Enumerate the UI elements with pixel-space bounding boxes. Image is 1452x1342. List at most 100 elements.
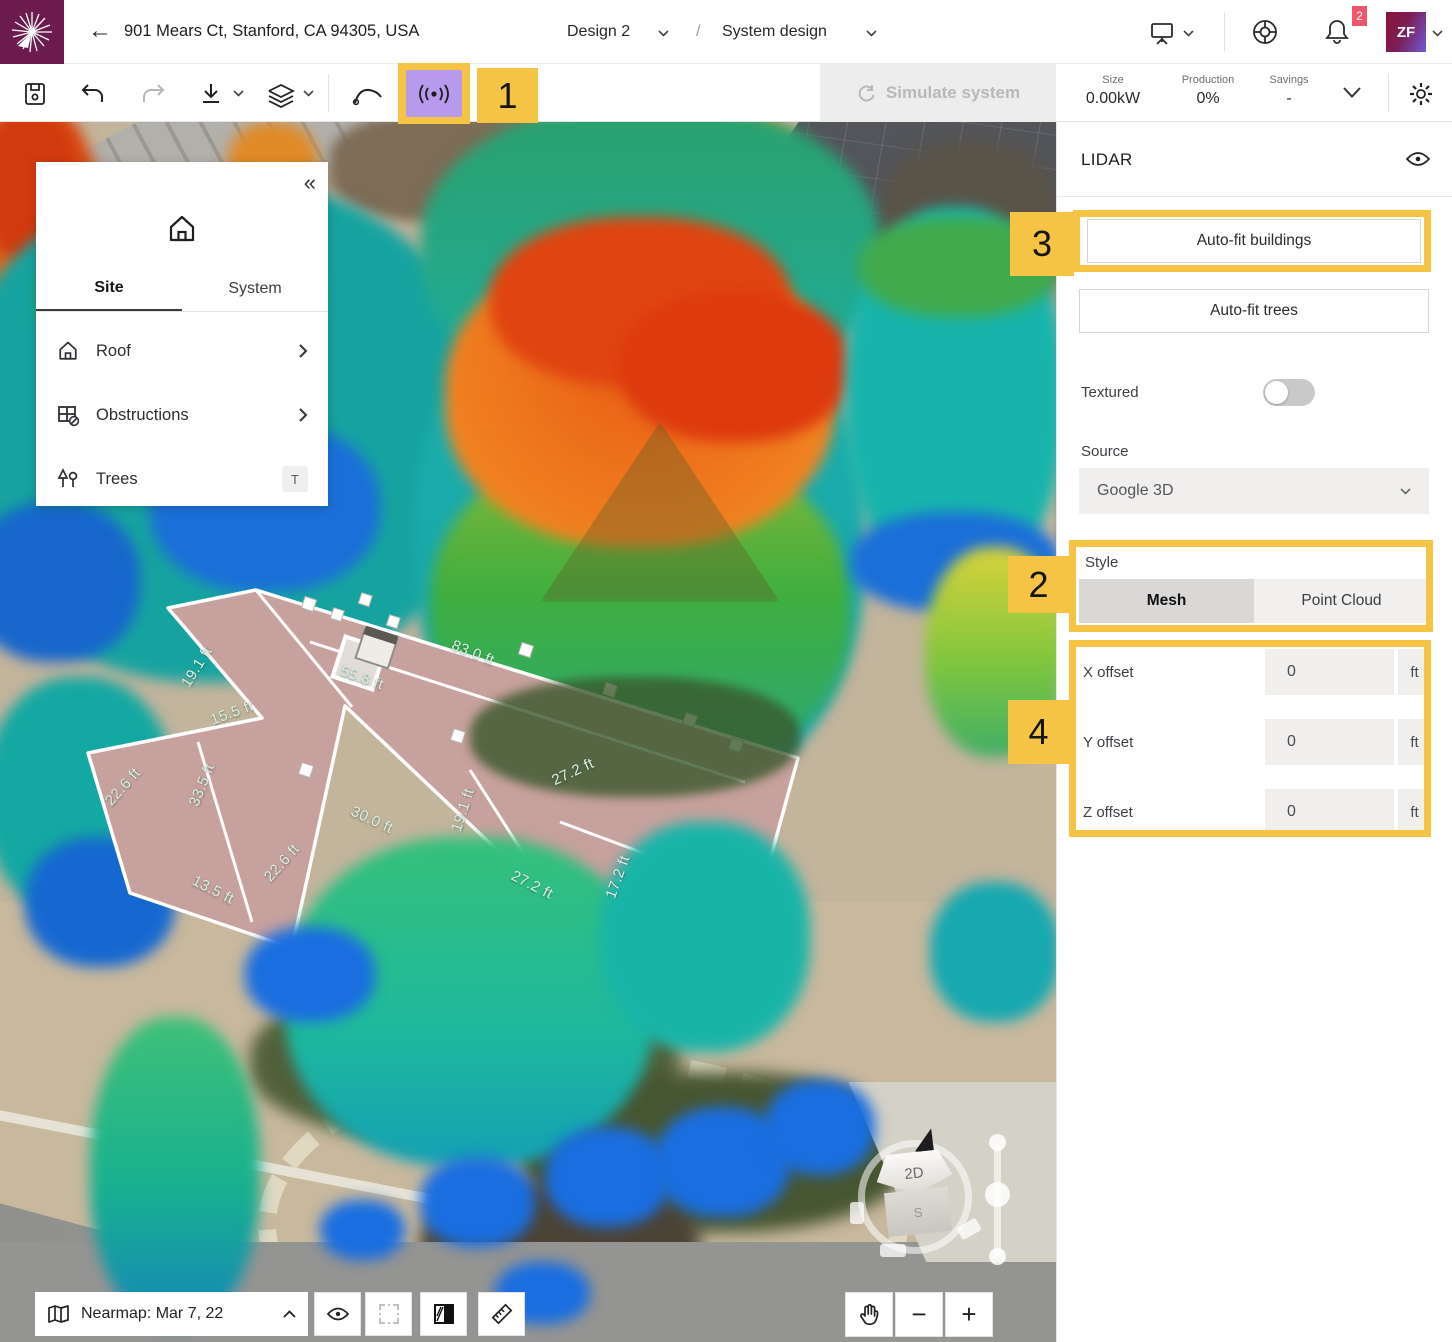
lidar-tool-button[interactable]	[406, 70, 462, 117]
toolbar-divider	[328, 74, 329, 112]
settings-gear-icon[interactable]	[1408, 81, 1434, 107]
chevron-down-icon[interactable]	[233, 90, 244, 97]
annotation-box-style	[1069, 540, 1433, 632]
pan-tool-button[interactable]	[845, 1292, 893, 1337]
home-icon	[165, 212, 199, 246]
menu-item-label: Roof	[96, 342, 131, 361]
draw-curve-icon[interactable]	[352, 85, 384, 107]
lidar-low-veg	[245, 927, 375, 1022]
roof-icon	[56, 339, 80, 363]
hand-icon	[858, 1303, 880, 1327]
back-button[interactable]: ←	[88, 17, 112, 45]
breadcrumb-separator: /	[696, 23, 700, 41]
source-label: Source	[1081, 443, 1129, 460]
project-address: 901 Mears Ct, Stanford, CA 94305, USA	[124, 22, 419, 41]
present-screen-icon[interactable]	[1148, 18, 1176, 46]
help-lifebuoy-icon[interactable]	[1250, 17, 1280, 47]
chevron-up-icon	[283, 1310, 296, 1318]
chevron-down-icon[interactable]	[1183, 30, 1194, 37]
zoom-in-button[interactable]: +	[945, 1292, 993, 1337]
stat-production: Production 0%	[1163, 74, 1253, 108]
crop-region-button	[365, 1292, 412, 1336]
chevron-down-icon	[1400, 488, 1411, 495]
redo-icon	[140, 81, 166, 107]
ring-handle[interactable]	[850, 1202, 864, 1224]
menu-item-label: Obstructions	[96, 406, 189, 425]
imagery-date-dropdown[interactable]: Nearmap: Mar 7, 22	[35, 1292, 308, 1336]
lidar-tree	[90, 1017, 260, 1327]
source-select[interactable]: Google 3D	[1079, 468, 1429, 514]
view-cube-control[interactable]: 2D S	[858, 1140, 978, 1260]
layer-visibility-eye-icon[interactable]	[1405, 150, 1431, 168]
toggle-visibility-button[interactable]	[314, 1292, 361, 1336]
annotation-4: 4	[1008, 700, 1069, 764]
lidar-low-veg	[320, 1200, 405, 1260]
collapse-panel-button[interactable]: «	[304, 170, 316, 196]
trees-icon	[56, 467, 80, 491]
chevron-right-icon	[298, 343, 308, 359]
lidar-tree	[600, 822, 810, 1052]
measure-button[interactable]	[478, 1292, 525, 1336]
crop-select-icon	[378, 1303, 400, 1325]
save-icon[interactable]	[22, 81, 48, 107]
stat-size: Size 0.00kW	[1078, 74, 1148, 108]
chevron-down-icon[interactable]	[658, 30, 669, 37]
tilt-slider-end[interactable]	[989, 1134, 1006, 1151]
eye-icon	[326, 1306, 350, 1322]
site-tools-panel: « Site System Roof	[36, 162, 328, 506]
chevron-down-icon[interactable]	[303, 90, 314, 97]
stats-expand-chevron-icon[interactable]	[1342, 86, 1362, 99]
shortcut-badge: T	[282, 466, 308, 492]
undo-icon[interactable]	[80, 81, 106, 107]
annotation-3: 3	[1010, 212, 1074, 276]
imagery-date-label: Nearmap: Mar 7, 22	[81, 1305, 223, 1323]
lidar-signal-icon	[417, 83, 451, 105]
app-logo[interactable]	[0, 0, 64, 64]
tab-system[interactable]: System	[182, 266, 328, 311]
source-value: Google 3D	[1097, 482, 1174, 500]
app-window: ← 901 Mears Ct, Stanford, CA 94305, USA …	[0, 0, 1452, 1342]
page-dropdown[interactable]: System design	[722, 23, 827, 41]
compass-cube[interactable]: 2D S	[874, 1148, 958, 1236]
map-icon	[47, 1303, 71, 1325]
lidar-tool-highlight	[398, 63, 470, 124]
notifications-bell-icon[interactable]	[1322, 17, 1352, 47]
notification-badge: 2	[1352, 6, 1367, 26]
tilt-slider-knob[interactable]	[985, 1182, 1010, 1207]
site-panel-tabs: Site System	[36, 266, 328, 312]
chevron-right-icon	[298, 407, 308, 423]
contrast-overlay-button[interactable]	[420, 1292, 467, 1336]
textured-toggle[interactable]	[1263, 379, 1315, 406]
annotation-box-autofit	[1073, 210, 1431, 272]
contrast-icon	[433, 1303, 455, 1325]
zoom-out-button[interactable]: −	[895, 1292, 943, 1337]
design-dropdown[interactable]: Design 2	[567, 23, 630, 41]
menu-item-label: Trees	[96, 470, 138, 489]
annotation-box-offsets	[1069, 640, 1431, 837]
simulate-system-button: Simulate system	[820, 64, 1056, 122]
menu-item-trees[interactable]: Trees T	[36, 455, 328, 503]
tab-site[interactable]: Site	[36, 266, 182, 311]
avatar[interactable]: ZF	[1386, 12, 1426, 52]
cube-face-south[interactable]: S	[884, 1187, 952, 1237]
tilt-slider-end[interactable]	[989, 1248, 1006, 1265]
download-icon[interactable]	[199, 81, 223, 107]
annotation-1: 1	[477, 68, 538, 123]
map-3d-viewport[interactable]: 19.1 ft 15.5 ft 55.8 ft 83.0 ft 22.6 ft …	[0, 122, 1056, 1342]
header-bar: ← 901 Mears Ct, Stanford, CA 94305, USA …	[0, 0, 1452, 64]
autofit-trees-button[interactable]: Auto-fit trees	[1079, 289, 1429, 333]
chevron-down-icon[interactable]	[1432, 30, 1443, 37]
layers-icon[interactable]	[266, 81, 296, 109]
menu-item-obstructions[interactable]: Obstructions	[36, 391, 328, 439]
obstructions-icon	[56, 403, 80, 427]
lidar-low-veg	[420, 1157, 535, 1247]
refresh-icon	[856, 83, 876, 103]
toolbar-divider	[1388, 74, 1389, 112]
chevron-down-icon[interactable]	[866, 30, 877, 37]
panel-title: LIDAR	[1081, 150, 1133, 170]
header-divider	[1224, 13, 1225, 51]
toggle-knob	[1265, 381, 1288, 404]
ring-handle[interactable]	[880, 1244, 906, 1257]
stat-savings: Savings -	[1258, 74, 1320, 108]
menu-item-roof[interactable]: Roof	[36, 327, 328, 375]
